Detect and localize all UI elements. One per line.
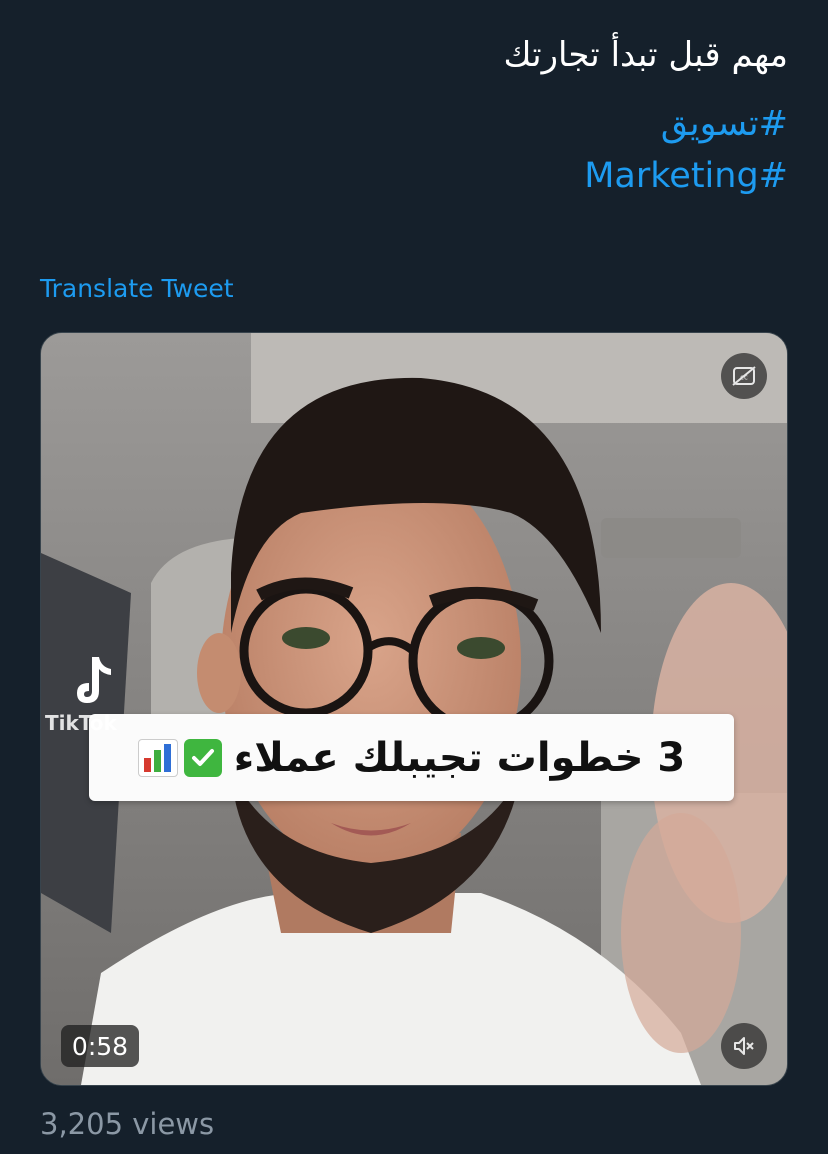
tiktok-watermark: TikTok (45, 711, 117, 735)
bar-chart-icon (137, 738, 178, 777)
speaker-muted-icon[interactable] (721, 1023, 767, 1069)
check-mark-icon (183, 738, 222, 777)
video-frame (41, 333, 787, 1085)
translate-tweet-link[interactable]: Translate Tweet (40, 274, 234, 303)
closed-captions-off-icon[interactable]: cc (721, 353, 767, 399)
video-caption-text: 3 خطوات تجيبلك عملاء (233, 734, 686, 781)
video-duration: 0:58 (61, 1025, 139, 1067)
hashtag-link-tasweeq[interactable]: #تسويق (40, 98, 788, 150)
tweet-text: مهم قبل تبدأ تجارتك (503, 35, 788, 75)
caption-emoji-group (137, 738, 222, 777)
view-count: 3,205 views (40, 1107, 215, 1141)
tiktok-logo-icon (71, 651, 123, 711)
video-caption-banner: 3 خطوات تجيبلك عملاء (89, 714, 734, 801)
tweet-body: مهم قبل تبدأ تجارتك #تسويق #Marketing (40, 30, 788, 202)
video-player[interactable]: 3 خطوات تجيبلك عملاء TikTok cc 0:58 (40, 332, 788, 1086)
hashtag-link-marketing[interactable]: #Marketing (40, 150, 788, 202)
